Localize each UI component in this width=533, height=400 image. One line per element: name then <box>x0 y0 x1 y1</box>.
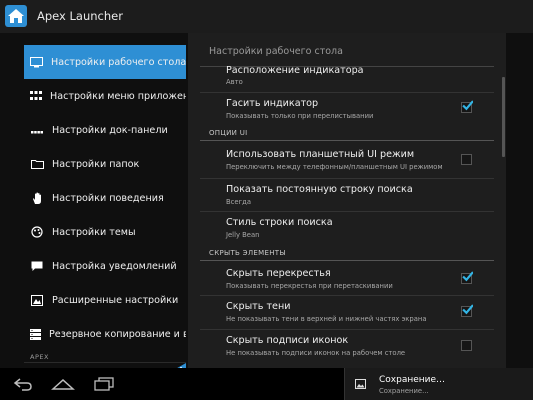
settings-content: Настройки рабочего стола Настройки меню … <box>0 33 533 368</box>
saving-notification[interactable]: Сохранение… Сохранение... <box>344 368 533 400</box>
monitor-icon <box>30 55 43 69</box>
app-grid-icon <box>30 89 42 103</box>
pref-divider <box>200 329 494 330</box>
sidebar-item-label: Настройки рабочего стола <box>51 56 186 68</box>
tablet-ui-checkbox[interactable] <box>461 154 472 165</box>
pref-summary: Переключить между телефонным/планшетным … <box>226 163 443 171</box>
category-ui-options: ОПЦИИ UI <box>209 129 248 137</box>
image-icon <box>355 379 366 389</box>
sidebar-item-theme[interactable]: Настройки темы <box>24 215 186 249</box>
action-bar: Apex Launcher <box>0 0 533 34</box>
sidebar-item-label: Резервное копирование и восс <box>49 328 186 340</box>
speech-bubble-icon <box>30 259 44 273</box>
recent-apps-icon <box>94 377 114 391</box>
pref-title: Расположение индикатора <box>226 65 364 76</box>
back-button[interactable] <box>8 374 38 394</box>
home-icon <box>51 378 75 390</box>
pref-title: Скрыть тени <box>226 301 291 312</box>
dock-icon <box>30 123 44 137</box>
pref-divider <box>200 92 494 93</box>
checkmark-icon <box>462 304 473 315</box>
apex-home-icon[interactable] <box>5 5 27 27</box>
checkmark-icon <box>462 100 473 111</box>
scrollbar[interactable] <box>502 77 505 157</box>
sidebar-item-notifications[interactable]: Настройка уведомлений <box>24 249 186 283</box>
sidebar-item-folders[interactable]: Настройки папок <box>24 147 186 181</box>
pref-summary: Jelly Bean <box>226 231 260 239</box>
pref-summary: Всегда <box>226 198 252 206</box>
sidebar-item-label: Расширенные настройки <box>52 294 179 306</box>
sidebar-item-label: Настройки поведения <box>52 192 164 204</box>
notification-subtitle: Сохранение... <box>379 387 429 395</box>
hide-crosshairs-checkbox[interactable] <box>461 271 473 284</box>
preferences-panel: Настройки рабочего стола Расположение ин… <box>188 33 506 368</box>
pref-title: Гасить индикатор <box>226 98 319 109</box>
hide-icon-labels-checkbox[interactable] <box>461 340 472 351</box>
pref-title: Скрыть перекрестья <box>226 268 331 279</box>
pref-title: Использовать планшетный UI режим <box>226 149 415 160</box>
sidebar-divider <box>24 362 186 363</box>
advanced-settings-icon <box>30 293 44 307</box>
backup-icon <box>30 327 41 341</box>
pref-summary: Не показывать тени в верхней и нижней ча… <box>226 315 427 323</box>
settings-sidebar: Настройки рабочего стола Настройки меню … <box>24 45 186 368</box>
sidebar-item-label: Настройки темы <box>52 226 136 238</box>
sidebar-item-behavior[interactable]: Настройки поведения <box>24 181 186 215</box>
pref-summary: Показывать только при перелистывании <box>226 112 374 120</box>
category-hide-elements: СКРЫТЬ ЭЛЕМЕНТЫ <box>209 249 286 257</box>
fade-indicator-checkbox[interactable] <box>461 100 473 113</box>
sidebar-item-label: Настройки меню приложений <box>50 90 186 102</box>
pref-divider <box>200 211 494 212</box>
home-button[interactable] <box>48 374 78 394</box>
sidebar-item-desktop[interactable]: Настройки рабочего стола <box>24 45 186 79</box>
category-divider <box>200 140 494 141</box>
sidebar-item-dock[interactable]: Настройки док-панели <box>24 113 186 147</box>
pref-summary: Авто <box>226 78 243 86</box>
checkmark-icon <box>462 271 473 282</box>
app-title: Apex Launcher <box>37 9 123 23</box>
hide-shadows-checkbox[interactable] <box>461 304 473 317</box>
folder-icon <box>30 157 44 171</box>
category-divider <box>200 260 494 261</box>
sidebar-item-app-drawer[interactable]: Настройки меню приложений <box>24 79 186 113</box>
sidebar-item-label: Настройки папок <box>52 158 140 170</box>
palette-icon <box>30 225 44 239</box>
pref-title: Стиль строки поиска <box>226 217 333 228</box>
sidebar-item-advanced[interactable]: Расширенные настройки <box>24 283 186 317</box>
pref-title: Показать постоянную строку поиска <box>226 184 413 195</box>
pref-divider <box>200 178 494 179</box>
notification-title: Сохранение… <box>379 375 446 385</box>
recent-apps-button[interactable] <box>89 374 119 394</box>
sidebar-item-label: Настройки док-панели <box>52 124 168 136</box>
pref-title: Скрыть подписи иконок <box>226 335 349 346</box>
back-icon <box>13 378 32 391</box>
sidebar-section-header: APEX <box>30 353 49 361</box>
pref-summary: Показывать перекрестья при перетаскивани… <box>226 282 393 290</box>
pref-divider <box>200 295 494 296</box>
sidebar-item-backup[interactable]: Резервное копирование и восс <box>24 317 186 351</box>
pref-summary: Не показывать подписи иконок на рабочем … <box>226 349 406 357</box>
panel-title: Настройки рабочего стола <box>209 46 343 57</box>
sidebar-item-label: Настройка уведомлений <box>52 260 177 272</box>
hand-icon <box>30 191 44 205</box>
